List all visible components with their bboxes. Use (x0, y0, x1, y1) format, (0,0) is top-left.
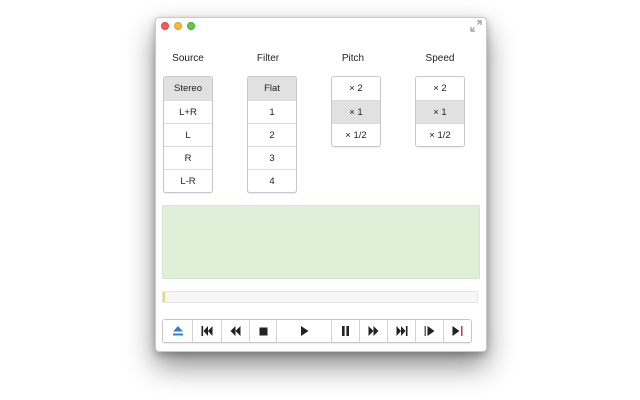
pitch-selector: × 2 × 1 × 1/2 (331, 76, 381, 147)
pitch-option-x2[interactable]: × 2 (332, 77, 380, 100)
fast-forward-icon (368, 326, 379, 336)
stop-button[interactable] (249, 320, 276, 342)
stop-icon (259, 327, 267, 335)
source-option-l[interactable]: L (164, 123, 212, 146)
filter-option-1[interactable]: 1 (248, 100, 296, 123)
source-option-l-plus-r[interactable]: L+R (164, 100, 212, 123)
rewind-button[interactable] (221, 320, 249, 342)
eject-button[interactable] (163, 320, 192, 342)
source-label: Source (172, 53, 204, 64)
filter-label: Filter (256, 53, 280, 64)
mark-out-icon (452, 326, 463, 336)
speed-option-x2[interactable]: × 2 (416, 77, 464, 100)
eject-icon (172, 326, 183, 336)
app-window: Source Stereo L+R L R L-R Filter Flat 1 … (155, 17, 487, 352)
source-option-l-minus-r[interactable]: L-R (164, 169, 212, 192)
minimize-window-button[interactable] (174, 22, 182, 30)
transport-controls (162, 319, 472, 343)
speed-option-x-half[interactable]: × 1/2 (416, 123, 464, 146)
playback-progress-bar[interactable] (162, 291, 478, 303)
pause-icon (342, 326, 349, 336)
speed-label: Speed (425, 53, 455, 64)
playback-progress-fill (163, 292, 165, 302)
pitch-option-x-half[interactable]: × 1/2 (332, 123, 380, 146)
play-icon (300, 326, 308, 336)
pitch-label: Pitch (341, 53, 365, 64)
filter-option-4[interactable]: 4 (248, 169, 296, 192)
filter-option-3[interactable]: 3 (248, 146, 296, 169)
filter-option-2[interactable]: 2 (248, 123, 296, 146)
zoom-window-button[interactable] (187, 22, 195, 30)
fast-forward-button[interactable] (359, 320, 387, 342)
rewind-icon (230, 326, 241, 336)
pitch-option-x1[interactable]: × 1 (332, 100, 380, 123)
speed-option-x1[interactable]: × 1 (416, 100, 464, 123)
mark-in-icon (424, 326, 435, 336)
skip-to-start-icon (201, 326, 213, 336)
filter-selector: Flat 1 2 3 4 (247, 76, 297, 193)
mark-in-button[interactable] (415, 320, 443, 342)
skip-to-end-button[interactable] (387, 320, 415, 342)
waveform-display (162, 205, 480, 279)
skip-to-end-icon (396, 326, 407, 336)
source-option-r[interactable]: R (164, 146, 212, 169)
source-option-stereo[interactable]: Stereo (164, 77, 212, 100)
speed-selector: × 2 × 1 × 1/2 (415, 76, 465, 147)
window-controls (161, 22, 195, 30)
fullscreen-icon[interactable] (470, 20, 482, 32)
filter-option-flat[interactable]: Flat (248, 77, 296, 100)
close-window-button[interactable] (161, 22, 169, 30)
mark-out-button[interactable] (443, 320, 471, 342)
play-button[interactable] (276, 320, 331, 342)
pause-button[interactable] (331, 320, 359, 342)
source-selector: Stereo L+R L R L-R (163, 76, 213, 193)
skip-to-start-button[interactable] (192, 320, 221, 342)
